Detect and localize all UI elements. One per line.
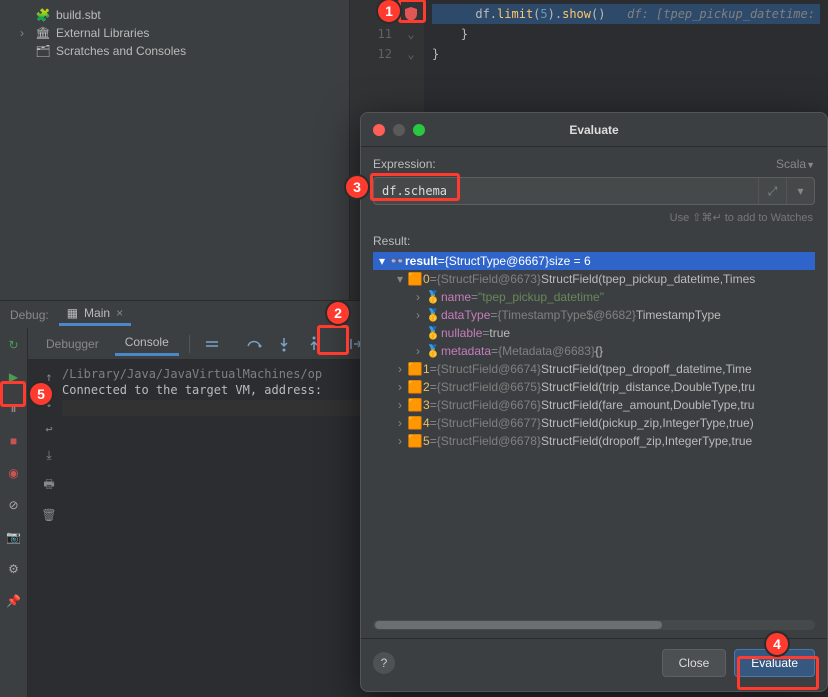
project-item-build[interactable]: 🧩 build.sbt (10, 6, 339, 24)
code-line: } (432, 24, 820, 44)
print-icon[interactable]: 🖶 (43, 475, 54, 496)
expand-editor-icon[interactable]: ⤢ (758, 178, 786, 204)
library-icon: 🏛 (36, 26, 50, 40)
callout-box-2 (317, 325, 349, 355)
dialog-body: Expression: Scala▼ ⤢ ▾ Use ⇧⌘↵ to add to… (361, 147, 827, 638)
chevron-right-icon[interactable]: › (411, 290, 425, 304)
settings-icon[interactable]: ⚙ (5, 560, 23, 578)
chevron-right-icon[interactable]: › (393, 362, 407, 376)
horizontal-scrollbar[interactable] (373, 620, 815, 630)
scratch-label: Scratches and Consoles (56, 44, 186, 58)
chevron-right-icon[interactable]: › (393, 380, 407, 394)
pin-icon[interactable]: 📌 (5, 592, 23, 610)
shortcut-hint: Use ⇧⌘↵ to add to Watches (373, 205, 815, 234)
callout-3: 3 (346, 176, 368, 198)
array-elem-icon: 🟧 (407, 398, 423, 412)
callout-5: 5 (30, 383, 52, 405)
tree-row[interactable]: › 🟧 2 = {StructField@6675} StructField(t… (373, 378, 815, 396)
callout-box-3 (370, 173, 460, 201)
project-item-scratches[interactable]: 🗂 Scratches and Consoles (10, 42, 339, 60)
array-elem-icon: 🟧 (407, 362, 423, 376)
run-config-name: Main (84, 306, 110, 320)
chevron-right-icon[interactable]: › (411, 308, 425, 322)
debug-run-tab[interactable]: ▦ Main × (59, 303, 131, 326)
expression-label: Expression: (373, 157, 436, 171)
tree-row[interactable]: › 🟧 4 = {StructField@6677} StructField(p… (373, 414, 815, 432)
field-icon: 🥇 (425, 344, 441, 358)
console-side-toolbar: ↑ ↓ ↩ ⤓ 🖶 🗑 (36, 366, 62, 691)
extlib-label: External Libraries (56, 26, 149, 40)
clear-icon[interactable]: 🗑 (41, 508, 56, 522)
result-tree[interactable]: ▾ 👓 result = {StructType@6667} size = 6 … (373, 252, 815, 616)
tree-row-root[interactable]: ▾ 👓 result = {StructType@6667} size = 6 (373, 252, 815, 270)
show-execution-point-icon[interactable] (200, 332, 224, 356)
callout-box-5 (0, 381, 26, 407)
field-icon: 🥇 (425, 308, 441, 322)
field-icon: 🥇 (425, 290, 441, 304)
tree-row[interactable]: › 🥇 dataType = {TimestampType$@6682} Tim… (373, 306, 815, 324)
run-config-icon: ▦ (67, 306, 78, 320)
tree-row[interactable]: › 🟧 3 = {StructField@6676} StructField(f… (373, 396, 815, 414)
chevron-right-icon[interactable]: › (393, 416, 407, 430)
scroll-to-end-icon[interactable]: ⤓ (46, 448, 51, 463)
soft-wrap-icon[interactable]: ↩ (45, 422, 52, 436)
project-item-extlibs[interactable]: › 🏛 External Libraries (10, 24, 339, 42)
step-into-icon[interactable] (272, 332, 296, 356)
chevron-down-icon[interactable]: ▾ (375, 254, 389, 268)
help-button[interactable]: ? (373, 652, 395, 674)
sbt-file-icon: 🧩 (36, 8, 50, 22)
callout-4: 4 (766, 633, 788, 655)
scrollbar-thumb[interactable] (375, 621, 662, 629)
step-over-icon[interactable] (242, 332, 266, 356)
tree-row[interactable]: ▾ 🟧 0 = {StructField@6673} StructField(t… (373, 270, 815, 288)
chevron-right-icon[interactable]: › (393, 398, 407, 412)
view-breakpoints-icon[interactable]: ◉ (5, 464, 23, 482)
result-label: Result: (373, 234, 815, 248)
separator (189, 335, 190, 353)
tab-debugger[interactable]: Debugger (36, 333, 109, 355)
callout-box-4 (737, 656, 819, 690)
chevron-right-icon[interactable]: › (20, 26, 30, 40)
line-number: 11 (356, 24, 392, 44)
up-stack-icon[interactable]: ↑ (45, 370, 52, 384)
fold-icon[interactable]: ⌄ (400, 24, 422, 44)
close-button[interactable]: Close (662, 649, 727, 677)
dump-threads-icon[interactable]: 📷 (5, 528, 23, 546)
line-number: 12 (356, 44, 392, 64)
history-dropdown-icon[interactable]: ▾ (786, 178, 814, 204)
tree-row[interactable]: › 🥇 metadata = {Metadata@6683} {} (373, 342, 815, 360)
array-elem-icon: 🟧 (407, 380, 423, 394)
code-line: df.limit(5).show() df: [tpep_pickup_date… (432, 4, 820, 24)
stop-icon[interactable]: ■ (5, 432, 23, 450)
tab-console[interactable]: Console (115, 331, 179, 356)
array-elem-icon: 🟧 (407, 416, 423, 430)
dialog-titlebar[interactable]: Evaluate (361, 113, 827, 147)
callout-2: 2 (327, 302, 349, 324)
close-tab-icon[interactable]: × (116, 306, 123, 320)
glasses-icon: 👓 (389, 254, 405, 268)
fold-icon[interactable]: ⌄ (400, 44, 422, 64)
tree-row[interactable]: › 🥇 name = "tpep_pickup_datetime" (373, 288, 815, 306)
array-elem-icon: 🟧 (407, 434, 423, 448)
chevron-right-icon[interactable]: › (411, 344, 425, 358)
project-tree: 🧩 build.sbt › 🏛 External Libraries 🗂 Scr… (0, 0, 350, 300)
array-elem-icon: 🟧 (407, 272, 423, 286)
callout-box-1 (398, 0, 426, 23)
scratch-icon: 🗂 (36, 44, 50, 58)
chevron-down-icon[interactable]: ▾ (393, 272, 407, 286)
debug-label: Debug: (10, 308, 49, 322)
expression-label-row: Expression: Scala▼ (373, 157, 815, 171)
tree-row[interactable]: › 🟧 5 = {StructField@6678} StructField(d… (373, 432, 815, 450)
file-label: build.sbt (56, 8, 101, 22)
rerun-icon[interactable]: ↻ (5, 336, 23, 354)
dialog-title: Evaluate (361, 123, 827, 137)
tree-row[interactable]: › 🟧 1 = {StructField@6674} StructField(t… (373, 360, 815, 378)
code-line: } (432, 44, 820, 64)
field-icon: 🥇 (425, 326, 441, 340)
language-picker[interactable]: Scala▼ (776, 157, 815, 171)
callout-1: 1 (378, 0, 400, 22)
tree-row[interactable]: 🥇 nullable = true (373, 324, 815, 342)
chevron-right-icon[interactable]: › (393, 434, 407, 448)
mute-breakpoints-icon[interactable]: ⊘ (5, 496, 23, 514)
